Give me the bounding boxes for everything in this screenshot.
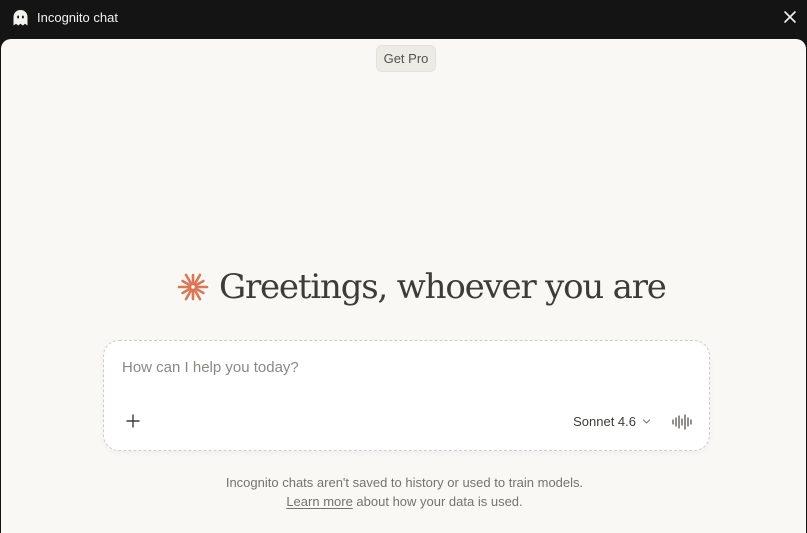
model-selector[interactable]: Sonnet 4.6: [573, 414, 651, 429]
notice-line-2: Learn more about how your data is used.: [1, 492, 807, 511]
ghost-icon: [13, 10, 28, 26]
plus-icon[interactable]: [126, 414, 140, 428]
chevron-down-icon: [642, 419, 651, 424]
message-input[interactable]: [122, 359, 662, 376]
message-composer: Sonnet 4.6: [103, 340, 710, 451]
chat-window: Get Pro Greetings, whoever you are Sonne…: [1, 39, 806, 533]
incognito-notice: Incognito chats aren't saved to history …: [1, 473, 807, 511]
window-title: Incognito chat: [37, 10, 118, 25]
notice-line-2-text: about how your data is used.: [352, 494, 523, 509]
notice-line-1: Incognito chats aren't saved to history …: [225, 475, 584, 490]
voice-waveform-icon[interactable]: [672, 414, 692, 430]
greeting-text: Greetings, whoever you are: [219, 267, 667, 307]
learn-more-link[interactable]: Learn more: [286, 494, 352, 509]
spark-icon: [177, 273, 209, 301]
model-label: Sonnet 4.6: [573, 414, 636, 429]
close-icon[interactable]: [782, 9, 798, 25]
get-pro-button[interactable]: Get Pro: [376, 45, 436, 72]
greeting: Greetings, whoever you are: [177, 267, 667, 307]
title-bar: Incognito chat: [0, 0, 807, 38]
